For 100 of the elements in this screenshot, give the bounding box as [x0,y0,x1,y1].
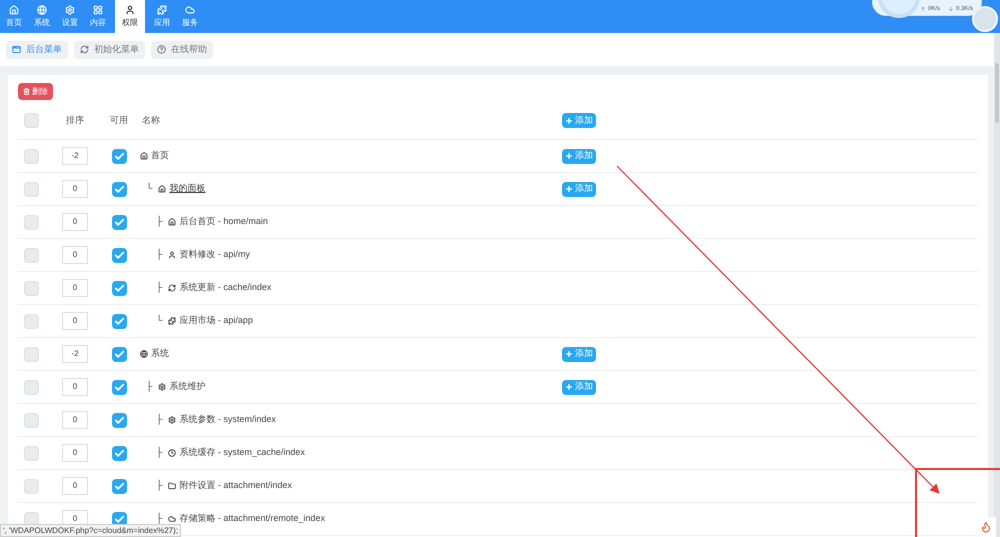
nav-tab[interactable]: 首页 [0,0,28,33]
nav-tab[interactable]: 应用 [148,0,176,33]
tree-connector: ├ [156,413,162,427]
menu-name: 系统缓存 - system_cache/index [179,446,305,460]
order-input[interactable]: 0 [62,246,88,264]
checkbox[interactable] [24,113,39,128]
menu-name: 系统 [151,347,169,360]
order-input[interactable]: 0 [62,477,88,495]
grid-icon [93,4,103,14]
checkbox[interactable] [24,280,39,296]
clock-icon [168,449,176,457]
menu-name: 系统参数 - system/index [179,413,276,426]
order-input[interactable]: 0 [62,444,88,462]
order-input[interactable]: 0 [62,180,88,198]
globe-icon [140,350,148,358]
checkbox[interactable] [112,412,126,428]
checkbox[interactable] [112,248,126,262]
menu-name: 后台首页 - home/main [179,215,268,228]
tree-connector: ├ [156,281,162,295]
add-button[interactable]: 添加 [562,380,596,394]
plus-icon [565,350,573,358]
checkbox[interactable] [24,214,39,230]
plus-icon [565,383,573,391]
menu-name: 系统维护 [169,380,206,394]
puzzle-icon [168,317,176,325]
folder-icon [168,482,176,490]
puzzle-icon [157,4,167,14]
nav-tab[interactable]: 权限 [115,0,145,33]
checkbox[interactable] [112,346,126,362]
add-button[interactable]: 添加 [562,346,596,362]
plus-icon [565,185,573,193]
nav-tab[interactable]: 设置 [56,0,84,33]
tree-connector: ├ [156,512,162,526]
nav-tab[interactable]: 内容 [84,0,112,33]
add-button[interactable]: 添加 [562,148,596,164]
add-button[interactable]: 添加 [562,182,596,196]
tree-connector: ├ [156,479,162,493]
tree-connector: └ [156,314,162,328]
house-icon [158,185,166,193]
checkbox[interactable] [112,280,126,296]
delete-button[interactable]: 删除 [18,83,53,100]
checkbox[interactable] [24,148,39,164]
menu-name: 附件设置 - attachment/index [179,479,292,492]
checkbox[interactable] [24,248,39,262]
nav-tab[interactable]: 系统 [28,0,56,33]
column-header: 排序 [65,114,85,127]
order-input[interactable]: 0 [62,378,88,396]
order-input[interactable]: -2 [62,345,88,363]
checkbox[interactable] [24,346,39,362]
plus-icon [565,116,573,124]
checkbox[interactable] [112,314,126,328]
checkbox[interactable] [112,380,126,394]
tree-connector: ├ [156,248,162,262]
checkbox[interactable] [24,380,39,394]
menu-link[interactable]: 我的面板 [169,182,206,196]
cloud-icon [185,4,195,14]
window-icon [12,45,21,54]
order-input[interactable]: -2 [62,147,88,165]
checkbox[interactable] [112,182,126,196]
menu-name: 存储策略 - attachment/remote_index [179,512,325,526]
checkbox[interactable] [24,314,39,328]
add-button[interactable]: 添加 [562,113,596,128]
menu-name: 首页 [151,149,169,162]
checkbox[interactable] [112,148,126,164]
order-input[interactable]: 0 [62,411,88,429]
arrow-down-icon [948,6,954,12]
toolbar-button[interactable]: 初始化菜单 [74,40,145,58]
tree-connector: ├ [156,215,162,229]
gears-icon [65,4,75,14]
plus-icon [565,152,573,160]
tree-connector: ├ [156,446,162,460]
menu-name: 资料修改 - api/my [179,248,250,262]
tree-connector: ├ [146,380,152,394]
checkbox[interactable] [24,182,39,196]
help-icon [157,45,166,54]
column-header: 名称 [141,114,161,127]
house-icon [140,152,148,160]
checkbox[interactable] [112,478,126,494]
refresh-icon [80,45,89,54]
column-header: 可用 [109,114,129,127]
globe-icon [37,4,47,14]
tree-connector: └ [146,182,152,196]
checkbox[interactable] [24,412,39,428]
checkbox[interactable] [112,446,126,460]
gear-icon [158,383,166,391]
status-url: ', 'WDAPOLWDOKF.php?c=cloud&m=index%27); [0,524,181,537]
order-input[interactable]: 0 [62,312,88,330]
toolbar-button[interactable]: 在线帮助 [151,40,213,58]
checkbox[interactable] [24,446,39,460]
trash-icon [23,88,30,95]
menu-name: 应用市场 - api/app [179,314,253,328]
order-input[interactable]: 0 [62,213,88,231]
toolbar-button[interactable]: 后台菜单 [6,40,68,58]
checkbox[interactable] [24,478,39,494]
order-input[interactable]: 0 [62,279,88,297]
nav-tab[interactable]: 服务 [176,0,204,33]
cloud-icon [168,515,176,523]
checkbox[interactable] [112,214,126,230]
user-icon [168,251,176,259]
arrow-up-icon [920,6,926,12]
